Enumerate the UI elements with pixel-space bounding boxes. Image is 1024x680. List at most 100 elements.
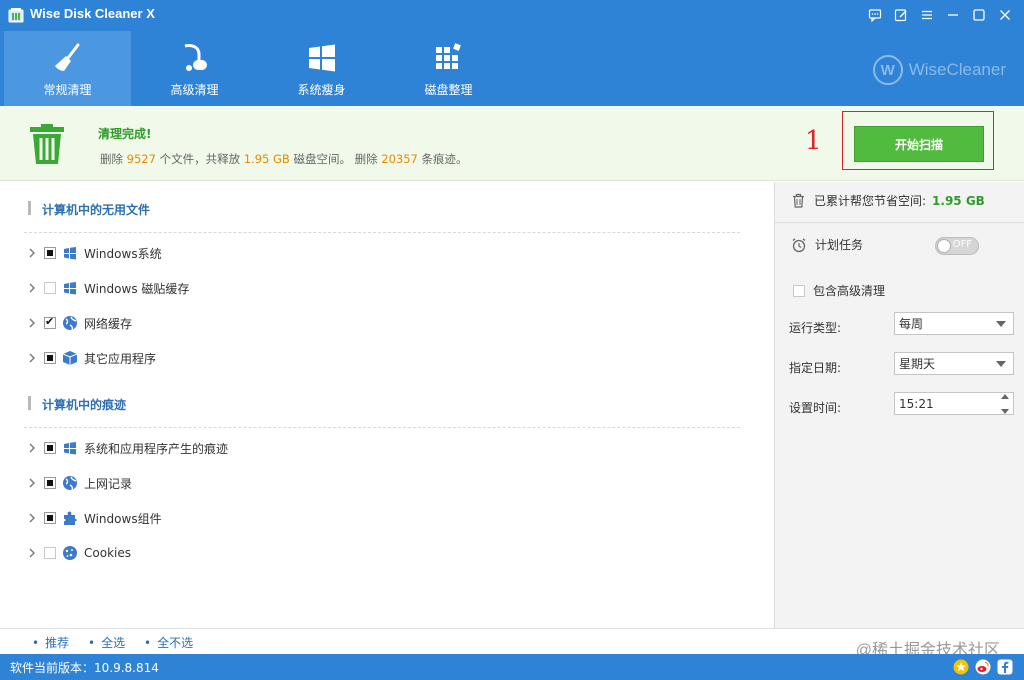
list-item[interactable]: Cookies <box>26 543 131 563</box>
minimize-icon[interactable] <box>940 4 966 26</box>
item-checkbox[interactable] <box>44 352 56 364</box>
top-bar: Wise Disk Cleaner X 常规清理 高级清理 系统瘦身 磁盘整理 … <box>0 0 1024 106</box>
settings-panel: 已累计帮您节省空间: 1.95 GB 计划任务 OFF 包含高级清理 运行类型:… <box>774 182 1024 628</box>
list-item[interactable]: Windows 磁贴缓存 <box>26 278 189 298</box>
chevron-right-icon[interactable] <box>26 317 38 329</box>
item-label: Windows 磁贴缓存 <box>84 281 190 296</box>
chevron-down-icon <box>996 321 1006 327</box>
detail-text: 个文件，共释放 <box>159 152 241 166</box>
list-item[interactable]: Windows系统 <box>26 243 162 263</box>
divider <box>24 232 740 233</box>
detail-text: 删除 <box>100 152 123 166</box>
banner-detail: 删除 9527 个文件，共释放 1.95 GB 磁盘空间。 删除 20357 条… <box>100 151 468 167</box>
brand-name: WiseCleaner <box>908 60 1006 79</box>
item-checkbox[interactable] <box>44 315 56 329</box>
version-text: 软件当前版本：10.9.8.814 <box>10 661 159 675</box>
edit-icon[interactable] <box>888 4 914 26</box>
tab-label: 高级清理 <box>170 83 219 97</box>
star-icon[interactable] <box>952 658 970 676</box>
start-scan-button[interactable]: 开始扫描 <box>854 126 984 162</box>
windows-flag-icon <box>62 280 78 296</box>
advanced-checkbox[interactable] <box>793 284 805 297</box>
toggle-text: OFF <box>952 239 972 250</box>
divider <box>775 222 1024 223</box>
list-item[interactable]: 网络缓存 <box>26 313 132 333</box>
section-title-traces: 计算机中的痕迹 <box>24 396 126 413</box>
chevron-right-icon[interactable] <box>26 512 38 524</box>
item-label: 其它应用程序 <box>84 351 157 366</box>
box-icon <box>62 350 78 366</box>
close-icon[interactable] <box>992 4 1018 26</box>
spin-up-icon[interactable] <box>1001 394 1009 399</box>
toggle-knob <box>937 239 951 253</box>
status-bar: 软件当前版本：10.9.8.814 <box>0 654 1024 680</box>
tab-label: 系统瘦身 <box>297 83 346 97</box>
tab-advanced-clean[interactable]: 高级清理 <box>131 31 258 106</box>
advanced-clean-option[interactable]: 包含高级清理 <box>793 282 885 299</box>
tab-disk-defrag[interactable]: 磁盘整理 <box>385 31 512 106</box>
item-label: 系统和应用程序产生的痕迹 <box>84 441 229 456</box>
selection-links-bar: 推荐 全选 全不选 @稀土掘金技术社区 <box>0 628 1024 659</box>
spin-down-icon[interactable] <box>1001 409 1009 414</box>
list-item[interactable]: 其它应用程序 <box>26 348 156 368</box>
time-value: 15:21 <box>899 396 934 411</box>
run-type-select[interactable]: 每周 <box>894 312 1014 335</box>
chevron-right-icon[interactable] <box>26 547 38 559</box>
app-title: Wise Disk Cleaner X <box>30 6 155 21</box>
select-none-link[interactable]: 全不选 <box>144 634 193 651</box>
banner-title: 清理完成! <box>98 127 152 141</box>
brand-logo: W WiseCleaner <box>872 55 1006 85</box>
list-item[interactable]: 系统和应用程序产生的痕迹 <box>26 438 228 458</box>
advanced-label: 包含高级清理 <box>813 284 886 298</box>
time-spinner[interactable] <box>998 394 1012 414</box>
item-checkbox[interactable] <box>44 247 56 259</box>
app-icon <box>8 8 24 23</box>
item-checkbox[interactable] <box>44 282 56 294</box>
list-item[interactable]: Windows组件 <box>26 508 162 528</box>
chevron-right-icon[interactable] <box>26 352 38 364</box>
tab-regular-clean[interactable]: 常规清理 <box>4 31 131 106</box>
feedback-icon[interactable] <box>862 4 888 26</box>
chevron-right-icon[interactable] <box>26 282 38 294</box>
list-item[interactable]: 上网记录 <box>26 473 132 493</box>
globe-icon <box>62 315 78 331</box>
facebook-icon[interactable] <box>996 658 1014 676</box>
vacuum-icon <box>178 41 212 75</box>
chevron-right-icon[interactable] <box>26 442 38 454</box>
item-checkbox[interactable] <box>44 477 56 489</box>
broom-icon <box>51 41 85 75</box>
traces-count: 20357 <box>381 152 418 166</box>
cookie-icon <box>62 545 78 561</box>
item-checkbox[interactable] <box>44 512 56 524</box>
files-count: 9527 <box>126 152 156 166</box>
freed-size: 1.95 GB <box>243 152 290 166</box>
weibo-icon[interactable] <box>974 658 992 676</box>
date-label: 指定日期: <box>789 361 842 375</box>
alarm-clock-icon <box>792 237 806 252</box>
chevron-right-icon[interactable] <box>26 477 38 489</box>
menu-icon[interactable] <box>914 4 940 26</box>
tab-system-slim[interactable]: 系统瘦身 <box>258 31 385 106</box>
defrag-blocks-icon <box>432 41 466 75</box>
item-label: Windows组件 <box>84 511 162 526</box>
social-icons <box>948 658 1014 676</box>
wisecleaner-logo-icon: W <box>872 55 903 85</box>
detail-text: 条痕迹。 <box>421 152 468 166</box>
item-checkbox[interactable] <box>44 442 56 454</box>
tab-label: 磁盘整理 <box>424 83 473 97</box>
detail-text: 磁盘空间。 删除 <box>293 152 378 166</box>
chevron-right-icon[interactable] <box>26 247 38 259</box>
recommend-link[interactable]: 推荐 <box>32 634 69 651</box>
select-all-link[interactable]: 全选 <box>88 634 125 651</box>
maximize-icon[interactable] <box>966 4 992 26</box>
time-input[interactable]: 15:21 <box>894 392 1014 415</box>
time-label: 设置时间: <box>789 401 842 415</box>
item-checkbox[interactable] <box>44 547 56 559</box>
date-select[interactable]: 星期天 <box>894 352 1014 375</box>
schedule-toggle[interactable]: OFF <box>935 237 979 255</box>
schedule-row: 计划任务 <box>791 236 863 253</box>
windows-flag-icon <box>62 245 78 261</box>
run-type-label: 运行类型: <box>789 321 842 335</box>
item-label: Windows系统 <box>84 246 162 261</box>
saved-value: 1.95 GB <box>932 193 985 208</box>
